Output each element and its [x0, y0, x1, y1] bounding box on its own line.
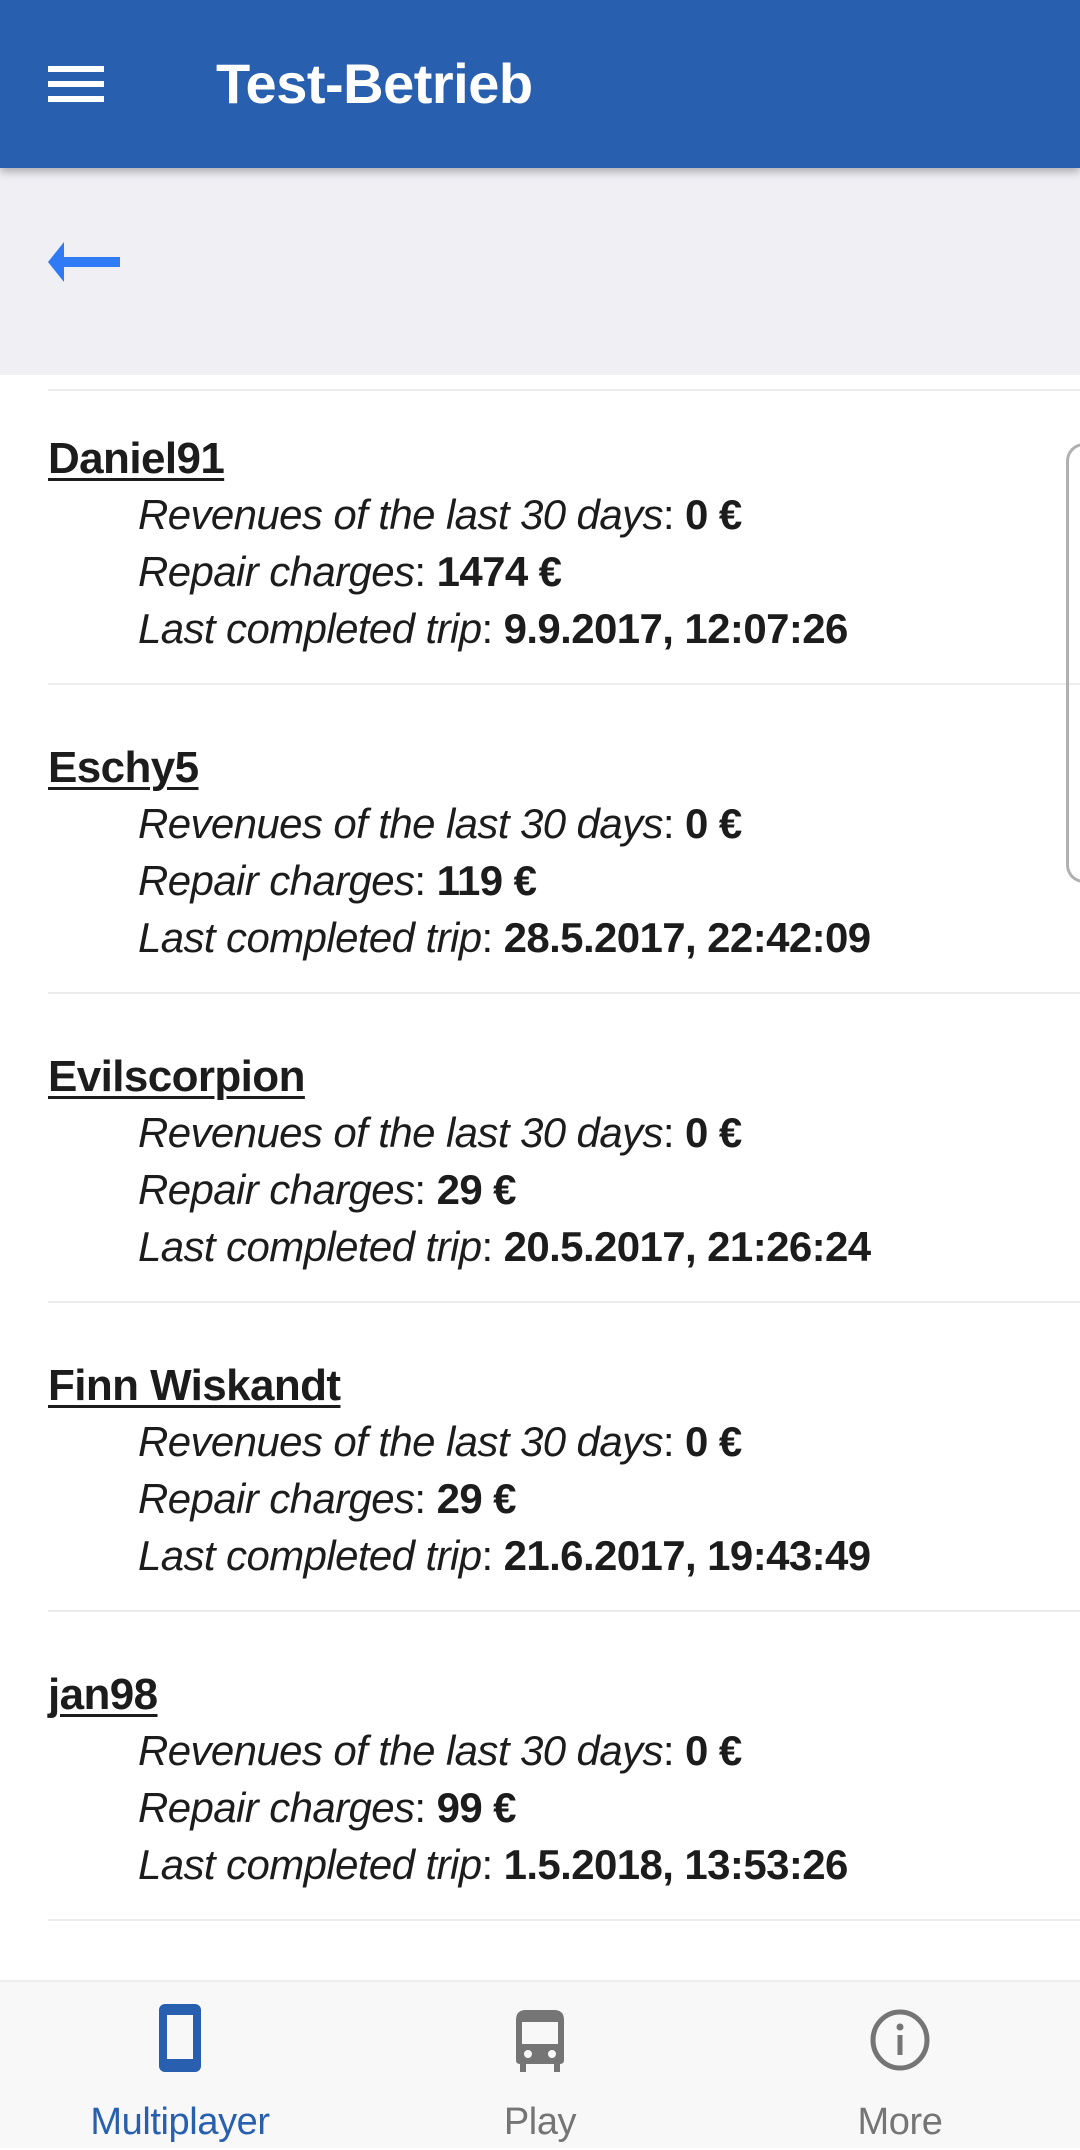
player-name-link[interactable]: Evilscorpion [48, 1051, 305, 1103]
revenue-row: Revenues of the last 30 days: 0 € [138, 491, 742, 538]
smartphone-icon [159, 2004, 201, 2072]
repair-value: 1474 € [436, 548, 562, 595]
trip-value: 28.5.2017, 22:42:09 [503, 914, 872, 961]
arrow-left-icon [48, 242, 120, 282]
revenue-value: 0 € [685, 491, 742, 538]
repair-value: 29 € [436, 1475, 517, 1522]
trip-value: 21.6.2017, 19:43:49 [503, 1532, 872, 1579]
player-name-link[interactable]: Eschy5 [48, 742, 199, 794]
revenue-row: Revenues of the last 30 days: 0 € [138, 800, 742, 847]
player-name-link[interactable]: Daniel91 [48, 433, 225, 485]
repair-value: 99 € [436, 1784, 517, 1831]
divider [48, 1919, 1080, 1921]
repair-row: Repair charges: 119 € [138, 857, 537, 904]
bottom-navigation: Multiplayer Play More [0, 1980, 1080, 2148]
trip-row: Last completed trip: 28.5.2017, 22:42:09 [138, 914, 872, 961]
revenue-value: 0 € [685, 800, 742, 847]
tab-more[interactable]: More [720, 1982, 1080, 2150]
bus-icon [516, 2010, 564, 2072]
list-item: Eschy5 Revenues of the last 30 days: 0 €… [0, 684, 1080, 994]
player-name-link[interactable]: Finn Wiskandt [48, 1360, 341, 1412]
revenue-row: Revenues of the last 30 days: 0 € [138, 1418, 742, 1465]
repair-value: 29 € [436, 1166, 517, 1213]
list-item: jan98 Revenues of the last 30 days: 0 € … [0, 1611, 1080, 1921]
scrollbar[interactable] [1066, 443, 1080, 883]
tab-play[interactable]: Play [360, 1982, 720, 2150]
repair-row: Repair charges: 1474 € [138, 548, 562, 595]
repair-row: Repair charges: 29 € [138, 1475, 517, 1522]
trip-row: Last completed trip: 21.6.2017, 19:43:49 [138, 1532, 872, 1579]
revenue-row: Revenues of the last 30 days: 0 € [138, 1109, 742, 1156]
trip-value: 9.9.2017, 12:07:26 [503, 605, 849, 652]
revenue-value: 0 € [685, 1418, 742, 1465]
trip-row: Last completed trip: 9.9.2017, 12:07:26 [138, 605, 849, 652]
list-item: Finn Wiskandt Revenues of the last 30 da… [0, 1302, 1080, 1612]
hamburger-menu-icon[interactable] [40, 56, 112, 112]
back-button[interactable] [40, 232, 130, 292]
player-name-link[interactable]: jan98 [48, 1669, 158, 1721]
app-bar: Test-Betrieb [0, 0, 1080, 168]
revenue-value: 0 € [685, 1727, 742, 1774]
info-circle-icon [870, 2009, 930, 2071]
repair-row: Repair charges: 99 € [138, 1784, 517, 1831]
trip-row: Last completed trip: 20.5.2017, 21:26:24 [138, 1223, 872, 1270]
repair-row: Repair charges: 29 € [138, 1166, 517, 1213]
tab-multiplayer[interactable]: Multiplayer [0, 1982, 360, 2150]
player-list[interactable]: Daniel91 Revenues of the last 30 days: 0… [0, 375, 1080, 1980]
sub-header [0, 168, 1080, 375]
trip-row: Last completed trip: 1.5.2018, 13:53:26 [138, 1841, 849, 1888]
revenue-row: Revenues of the last 30 days: 0 € [138, 1727, 742, 1774]
list-item: Evilscorpion Revenues of the last 30 day… [0, 993, 1080, 1303]
trip-value: 20.5.2017, 21:26:24 [503, 1223, 872, 1270]
app-title: Test-Betrieb [216, 52, 533, 115]
list-item: Daniel91 Revenues of the last 30 days: 0… [0, 375, 1080, 685]
trip-value: 1.5.2018, 13:53:26 [503, 1841, 849, 1888]
repair-value: 119 € [436, 857, 537, 904]
revenue-value: 0 € [685, 1109, 742, 1156]
